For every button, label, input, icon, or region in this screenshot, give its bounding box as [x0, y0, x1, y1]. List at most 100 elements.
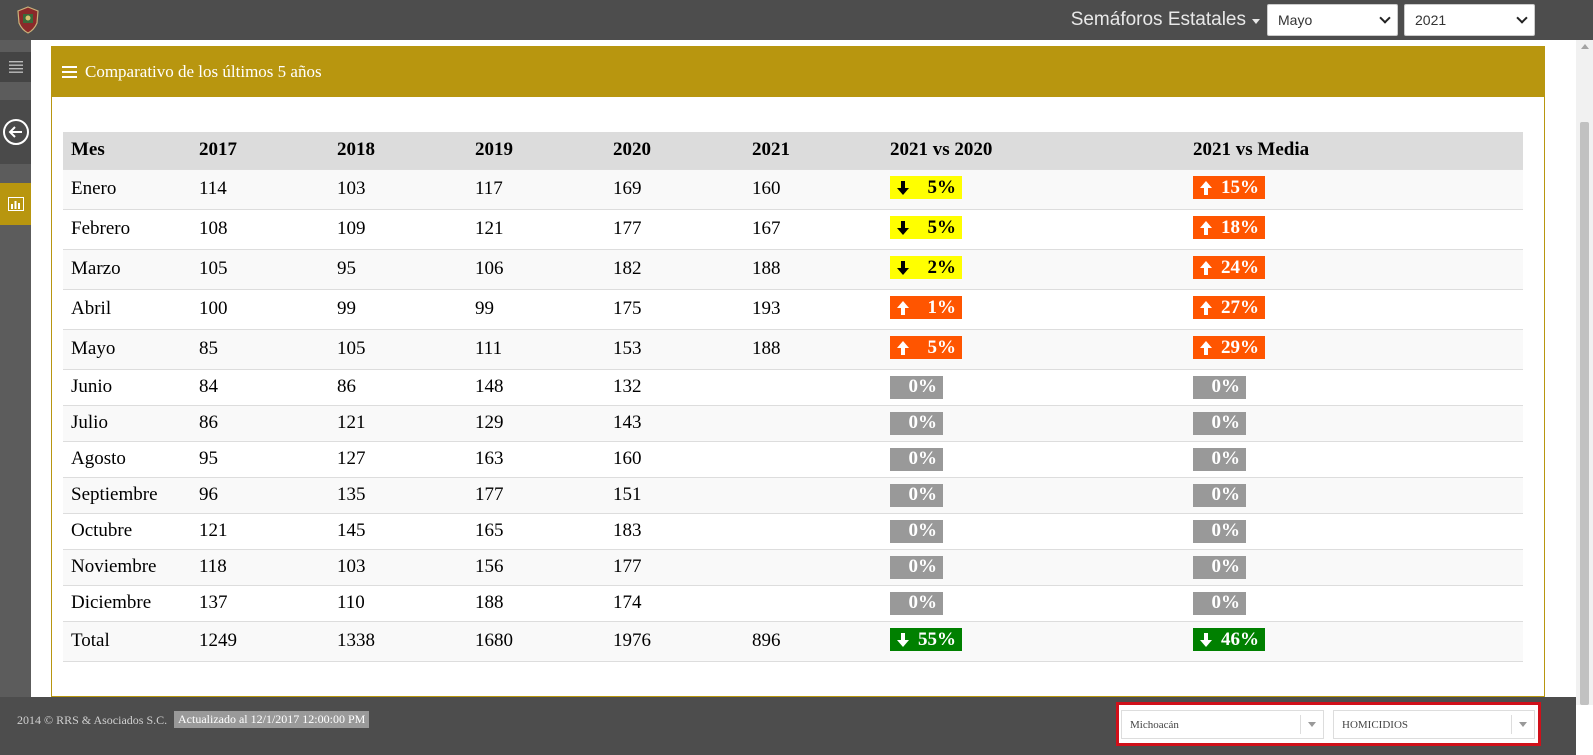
badge-value: 1% [927, 296, 957, 318]
badge-value: 0% [1211, 448, 1241, 469]
change-badge-vsmedia: 0% [1193, 447, 1246, 471]
change-badge-vsmedia: 0% [1193, 411, 1246, 435]
cell-vs2020: 0% [882, 440, 1185, 477]
change-badge-vsmedia: 29% [1193, 336, 1265, 360]
cell-y2019: 1680 [467, 620, 605, 661]
cell-y2019: 106 [467, 248, 605, 289]
cell-y2020: 1976 [605, 620, 744, 661]
badge-value: 0% [908, 376, 938, 397]
badge-value: 15% [1221, 176, 1259, 198]
updated-badge: Actualizado al 12/1/2017 12:00:00 PM [174, 711, 370, 728]
change-badge-vsmedia: 15% [1193, 176, 1265, 200]
cell-y2020: 177 [605, 548, 744, 585]
change-badge-vs2020: 0% [890, 375, 943, 399]
change-badge-vsmedia: 0% [1193, 375, 1246, 399]
badge-value: 0% [1211, 412, 1241, 433]
cell-y2017: 95 [191, 440, 329, 477]
cell-y2018: 145 [329, 512, 467, 549]
cell-y2019: 156 [467, 548, 605, 585]
badge-value: 5% [927, 176, 957, 198]
cell-y2021 [744, 584, 882, 621]
cell-y2019: 121 [467, 208, 605, 249]
cell-y2019: 177 [467, 476, 605, 513]
header-2021: 2021 [744, 132, 882, 169]
sidebar-menu-toggle[interactable] [0, 52, 31, 82]
chevron-down-icon [1516, 12, 1528, 24]
cell-y2020: 175 [605, 288, 744, 329]
crime-select-value: HOMICIDIOS [1342, 719, 1408, 731]
badge-value: 0% [908, 592, 938, 613]
scroll-thumb[interactable] [1580, 122, 1589, 705]
state-select[interactable]: Michoacán [1121, 710, 1324, 739]
copyright-text: 2014 © RRS & Asociados S.C. [17, 713, 168, 727]
table-row: Enero 114 103 117 169 160 5% 15% [63, 168, 1523, 209]
cell-vs2020: 2% [882, 248, 1185, 289]
cell-y2018: 95 [329, 248, 467, 289]
shield-logo-icon[interactable] [16, 6, 40, 34]
top-navbar: Semáforos Estatales Mayo 2021 [0, 0, 1593, 40]
badge-value: 0% [1211, 592, 1241, 613]
chevron-down-icon [1379, 12, 1391, 24]
cell-vs2020: 0% [882, 584, 1185, 621]
cell-y2017: 1249 [191, 620, 329, 661]
table-row: Marzo 105 95 106 182 188 2% 24% [63, 248, 1523, 289]
year-select[interactable]: 2021 [1404, 4, 1535, 36]
brand-title: Semáforos Estatales [1070, 9, 1246, 30]
change-badge-vsmedia: 0% [1193, 483, 1246, 507]
cell-mes: Septiembre [63, 476, 191, 513]
cell-y2020: 132 [605, 368, 744, 405]
cell-y2017: 100 [191, 288, 329, 329]
badge-value: 27% [1221, 296, 1259, 318]
arrow-up-icon [1200, 220, 1212, 235]
month-select[interactable]: Mayo [1267, 4, 1398, 36]
crime-select[interactable]: HOMICIDIOS [1333, 710, 1535, 739]
brand-menu[interactable]: Semáforos Estatales [1071, 9, 1260, 31]
cell-y2020: 160 [605, 440, 744, 477]
cell-mes: Enero [63, 168, 191, 209]
badge-value: 24% [1221, 256, 1259, 278]
cell-vs2020: 0% [882, 476, 1185, 513]
arrow-up-icon [1200, 340, 1212, 355]
table-row: Febrero 108 109 121 177 167 5% 18% [63, 208, 1523, 249]
change-badge-vsmedia: 0% [1193, 591, 1246, 615]
badge-value: 0% [1211, 520, 1241, 541]
header-mes: Mes [63, 132, 191, 169]
cell-y2019: 165 [467, 512, 605, 549]
cell-mes: Mayo [63, 328, 191, 369]
sidebar-back-button[interactable] [0, 100, 31, 164]
change-badge-vsmedia: 27% [1193, 296, 1265, 320]
table-row: Diciembre 137 110 188 174 0% 0% [63, 584, 1523, 621]
header-2019: 2019 [467, 132, 605, 169]
cell-y2018: 135 [329, 476, 467, 513]
cell-y2021 [744, 404, 882, 441]
cell-y2017: 105 [191, 248, 329, 289]
header-2017: 2017 [191, 132, 329, 169]
table-row: Junio 84 86 148 132 0% 0% [63, 368, 1523, 405]
cell-y2018: 1338 [329, 620, 467, 661]
cell-mes: Abril [63, 288, 191, 329]
cell-vs2020: 0% [882, 548, 1185, 585]
cell-y2021 [744, 512, 882, 549]
cell-y2018: 103 [329, 168, 467, 209]
badge-value: 0% [908, 412, 938, 433]
table-header-row: Mes 2017 2018 2019 2020 2021 2021 vs 202… [63, 132, 1523, 169]
cell-y2020: 153 [605, 328, 744, 369]
cell-mes: Total [63, 620, 191, 661]
header-2018: 2018 [329, 132, 467, 169]
badge-value: 0% [908, 484, 938, 505]
page-scrollbar[interactable] [1576, 40, 1593, 705]
cell-mes: Agosto [63, 440, 191, 477]
cell-vsmedia: 0% [1185, 476, 1523, 513]
change-badge-vs2020: 5% [890, 336, 962, 360]
arrow-up-icon [1200, 180, 1212, 195]
cell-y2020: 151 [605, 476, 744, 513]
arrow-down-icon [897, 220, 909, 235]
cell-mes: Diciembre [63, 584, 191, 621]
bar-chart-icon [7, 197, 24, 211]
change-badge-vs2020: 2% [890, 256, 962, 280]
table-row: Abril 100 99 99 175 193 1% 27% [63, 288, 1523, 329]
sidebar-item-chart[interactable] [0, 183, 31, 225]
cell-vsmedia: 0% [1185, 368, 1523, 405]
badge-value: 0% [908, 556, 938, 577]
scroll-up-icon[interactable] [1581, 44, 1589, 49]
